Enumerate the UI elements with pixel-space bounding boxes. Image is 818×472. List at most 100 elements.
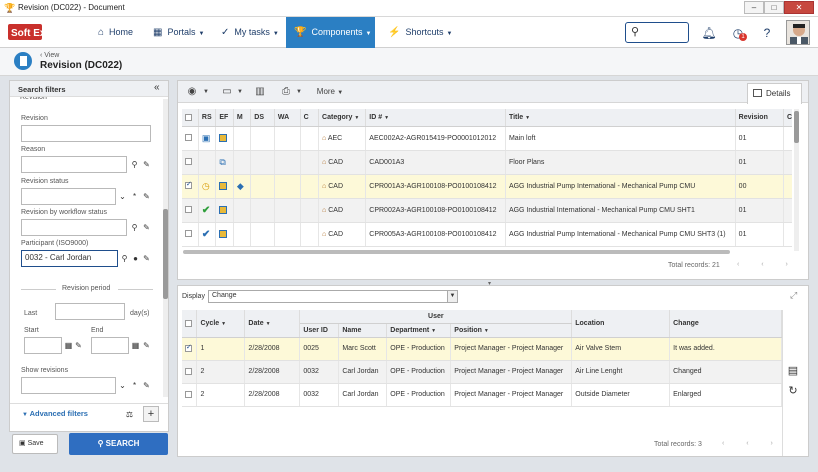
search-icon[interactable]: ⚲: [129, 158, 140, 171]
start-date-input[interactable]: [24, 337, 62, 354]
softexpert-logo[interactable]: Soft Expert: [8, 24, 80, 40]
print-icon[interactable]: ⎙: [277, 84, 295, 100]
scrollbar-thumb[interactable]: [163, 209, 168, 299]
row-checkbox-cell[interactable]: [182, 174, 199, 199]
bar-chart-icon[interactable]: ▥: [252, 84, 268, 100]
user-icon[interactable]: ●: [130, 252, 141, 265]
row-checkbox-cell[interactable]: [182, 126, 199, 151]
select-all-header[interactable]: [182, 109, 199, 127]
nav-components[interactable]: 🏆 Components ▼: [286, 17, 375, 48]
checkbox[interactable]: [185, 343, 192, 352]
help-icon[interactable]: ?: [758, 24, 776, 42]
participant-input[interactable]: 0032 - Carl Jordan: [21, 250, 118, 267]
table-row[interactable]: 2 2/28/2008 0032 Carl Jordan OPE - Produ…: [182, 383, 782, 407]
eraser-icon[interactable]: ✎: [141, 379, 152, 392]
asterisk-icon[interactable]: *: [129, 190, 140, 203]
row-checkbox-cell[interactable]: [182, 383, 198, 407]
row-checkbox-cell[interactable]: [182, 222, 199, 247]
tab-details[interactable]: Details: [747, 83, 802, 104]
bell-icon[interactable]: 🔔︎: [700, 24, 718, 42]
asterisk-icon[interactable]: *: [129, 379, 140, 392]
last-days-input[interactable]: [55, 303, 125, 320]
col-location[interactable]: Location: [571, 310, 671, 338]
nav-home[interactable]: ⌂ Home: [90, 17, 141, 48]
reason-input[interactable]: [21, 156, 127, 173]
col-category[interactable]: Category ▼: [318, 109, 367, 127]
table-row[interactable]: 2 2/28/2008 0032 Carl Jordan OPE - Produ…: [182, 360, 782, 384]
col-department[interactable]: Department ▼: [386, 323, 452, 338]
col-cycle[interactable]: Cycle ▼: [196, 310, 246, 338]
col-name[interactable]: Name: [338, 323, 388, 338]
select-all-header[interactable]: [182, 310, 198, 338]
row-checkbox-cell[interactable]: [182, 198, 199, 223]
search-button[interactable]: ⚲ SEARCH: [69, 433, 168, 455]
breadcrumb[interactable]: ‹ View: [40, 52, 59, 59]
col-user-id[interactable]: User ID: [299, 323, 340, 338]
checkbox[interactable]: [185, 158, 192, 166]
table-row[interactable]: ▣ ⌂ AEC AEC002A2-AGR015419-PO0001012012 …: [182, 126, 792, 151]
nav-my-tasks[interactable]: ✓ My tasks ▼: [213, 17, 287, 48]
eraser-icon[interactable]: ✎: [141, 252, 152, 265]
calendar-icon[interactable]: ▦: [130, 339, 141, 352]
col-position[interactable]: Position ▼: [450, 323, 573, 338]
chevron-down-icon[interactable]: ▼: [236, 84, 244, 100]
row-checkbox-cell[interactable]: [182, 150, 199, 175]
chevron-down-icon[interactable]: ⌄: [117, 190, 128, 203]
col-c[interactable]: C: [300, 109, 320, 127]
revision-status-select[interactable]: [21, 188, 116, 205]
nav-portals[interactable]: ▦ Portals ▼: [145, 17, 212, 48]
chevron-down-icon[interactable]: ⌄: [117, 379, 128, 392]
filters-scrollbar[interactable]: [163, 99, 168, 397]
nav-shortcuts[interactable]: ⚡ Shortcuts ▼: [380, 17, 460, 48]
eraser-icon[interactable]: ✎: [73, 339, 84, 352]
grid-horizontal-scrollbar[interactable]: [183, 250, 730, 254]
search-icon[interactable]: ⚲: [119, 252, 130, 265]
col-m[interactable]: M: [233, 109, 252, 127]
broom-icon[interactable]: ⚖: [124, 408, 135, 421]
col-rs[interactable]: RS: [198, 109, 217, 127]
col-change[interactable]: Change: [669, 310, 782, 338]
chevron-down-icon[interactable]: ▼: [295, 84, 303, 100]
view-record-icon[interactable]: ▤: [785, 363, 801, 379]
col-wa[interactable]: WA: [274, 109, 301, 127]
show-revisions-select[interactable]: [21, 377, 116, 394]
checkbox[interactable]: [185, 319, 192, 327]
save-button[interactable]: ▣ Save: [12, 434, 58, 454]
col-date[interactable]: Date ▼: [244, 310, 301, 338]
col-title[interactable]: Title ▼: [505, 109, 736, 127]
workflow-status-input[interactable]: [21, 219, 127, 236]
add-filter-button[interactable]: +: [143, 406, 159, 422]
view-icon[interactable]: ◉: [182, 84, 202, 100]
col-ds[interactable]: DS: [250, 109, 275, 127]
collapse-panel-icon[interactable]: «: [154, 82, 160, 93]
checkbox[interactable]: [185, 206, 192, 214]
checkbox[interactable]: [185, 367, 192, 375]
table-row[interactable]: ✔ ⌂ CAD CPR005A3-AGR100108-PO0100108412 …: [182, 222, 792, 247]
checkbox[interactable]: [185, 390, 192, 398]
eraser-icon[interactable]: ✎: [141, 158, 152, 171]
end-date-input[interactable]: [91, 337, 129, 354]
display-select[interactable]: Change ▼: [208, 290, 458, 303]
expand-icon[interactable]: ⤢: [790, 290, 797, 301]
revision-input[interactable]: [21, 125, 151, 142]
checkbox[interactable]: [185, 180, 192, 190]
user-avatar[interactable]: [786, 20, 810, 45]
pagination-controls[interactable]: ‹ ‹ ›: [737, 261, 798, 268]
row-checkbox-cell[interactable]: [182, 337, 198, 361]
global-search-input[interactable]: ⚲: [625, 22, 689, 43]
table-row[interactable]: 1 2/28/2008 0025 Marc Scott OPE - Produc…: [182, 337, 782, 361]
col-ef[interactable]: EF: [215, 109, 234, 127]
scrollbar-thumb[interactable]: [794, 111, 799, 143]
row-checkbox-cell[interactable]: [182, 360, 198, 384]
window-icon[interactable]: ▭: [218, 84, 236, 100]
close-window-button[interactable]: ✕: [784, 1, 814, 14]
table-row[interactable]: ◷ ◆ ⌂ CAD CPR001A3-AGR100108-PO010010841…: [182, 174, 792, 199]
minimize-button[interactable]: –: [744, 1, 764, 14]
col-cycle[interactable]: Cycle: [783, 109, 792, 127]
table-row[interactable]: ✔ ⌂ CAD CPR002A3-AGR100108-PO0100108412 …: [182, 198, 792, 223]
checkbox[interactable]: [185, 230, 192, 238]
checkbox[interactable]: [185, 134, 192, 142]
chevron-down-icon[interactable]: ▼: [202, 84, 210, 100]
maximize-button[interactable]: □: [764, 1, 784, 14]
checkbox[interactable]: [185, 113, 192, 121]
